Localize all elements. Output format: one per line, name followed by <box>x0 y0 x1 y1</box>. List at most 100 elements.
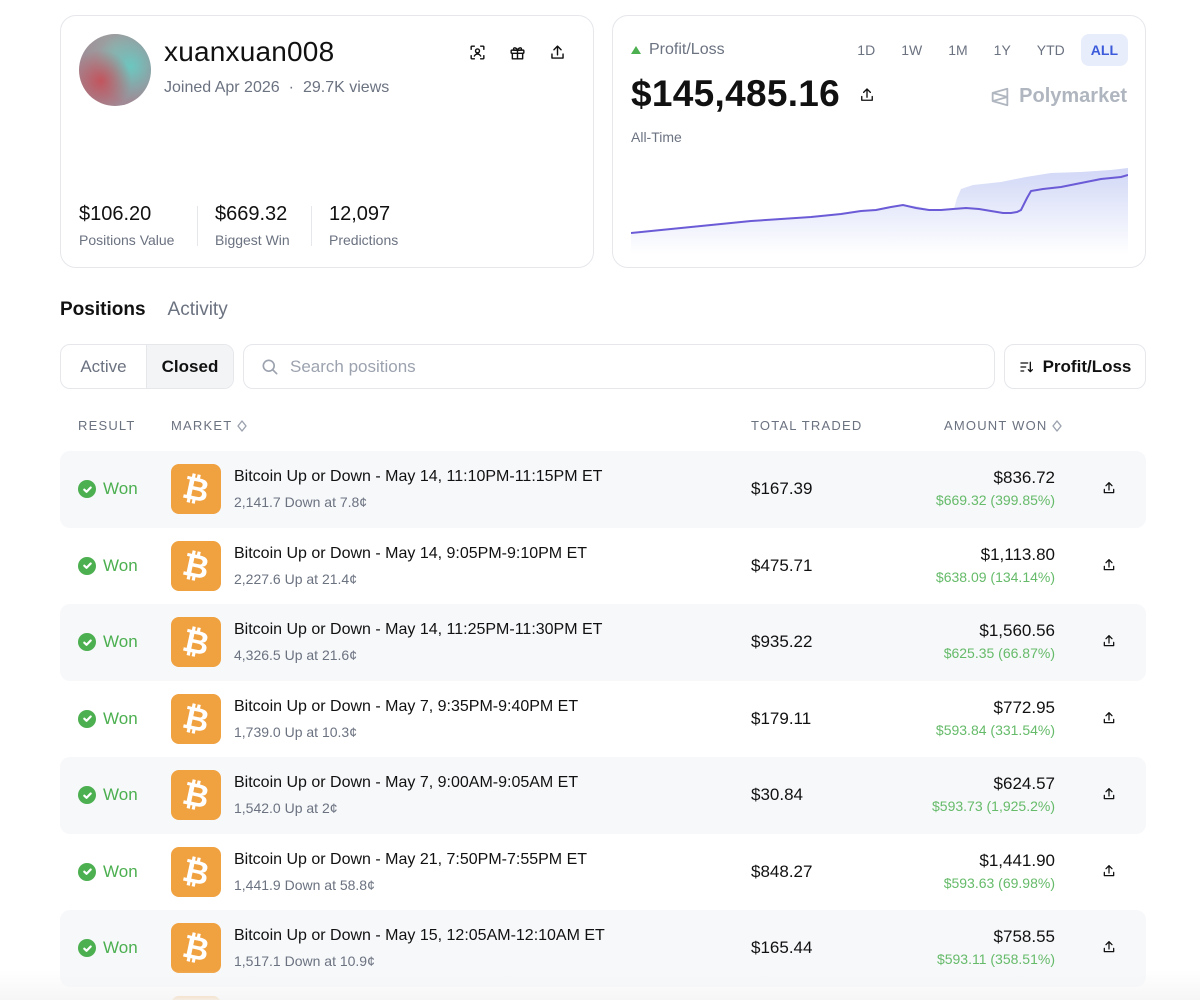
market-title[interactable]: Bitcoin Up or Down - May 21, 7:50PM-7:55… <box>234 851 587 869</box>
market-position: 2,227.6 Up at 21.4¢ <box>234 570 357 587</box>
share-icon[interactable] <box>1101 557 1119 575</box>
status-toggle: Active Closed <box>60 344 234 389</box>
search-icon <box>262 359 278 374</box>
amount-won-cell: $1,441.90 $593.63 (69.98%) <box>944 851 1055 891</box>
column-header-total-traded: TOTAL TRADED <box>751 418 862 433</box>
stat-label: Positions Value <box>79 232 175 248</box>
profit-gain: $669.32 (399.85%) <box>935 492 1055 508</box>
avatar[interactable] <box>79 34 151 106</box>
column-header-amount-won[interactable]: AMOUNT WON <box>944 418 1063 433</box>
total-traded: $165.44 <box>751 938 813 958</box>
result-label: Won <box>103 555 138 575</box>
positions-table: Won ₿ Bitcoin Up or Down - May 14, 11:10… <box>60 451 1146 987</box>
header-label: MARKET <box>171 418 233 433</box>
market-cell: Bitcoin Up or Down - May 14, 11:10PM-11:… <box>234 468 602 510</box>
amount-won-cell: $1,113.80 $638.09 (134.14%) <box>936 545 1055 585</box>
market-title[interactable]: Bitcoin Up or Down - May 7, 9:00AM-9:05A… <box>234 774 578 792</box>
amount-won: $758.55 <box>993 927 1055 946</box>
result-label: Won <box>103 938 138 958</box>
bitcoin-icon: ₿ <box>171 464 221 514</box>
sort-toggle-icon <box>1052 419 1063 432</box>
bitcoin-icon <box>171 996 221 1000</box>
amount-won: $624.57 <box>993 774 1055 793</box>
share-icon[interactable] <box>1101 710 1119 728</box>
total-traded: $848.27 <box>751 861 813 881</box>
tab-activity[interactable]: Activity <box>168 299 228 321</box>
divider <box>311 206 312 246</box>
result-badge: Won <box>78 709 138 729</box>
range-tab-1m[interactable]: 1M <box>938 34 977 66</box>
market-position: 1,441.9 Down at 58.8¢ <box>234 876 375 893</box>
market-cell: Bitcoin Up or Down - May 14, 11:25PM-11:… <box>234 621 602 663</box>
meta-separator: · <box>288 79 294 96</box>
table-row[interactable]: Won ₿ Bitcoin Up or Down - May 7, 9:35PM… <box>60 681 1146 758</box>
profile-meta: Joined Apr 2026 · 29.7K views <box>164 79 389 97</box>
check-circle-icon <box>78 786 96 805</box>
market-title[interactable]: Bitcoin Up or Down - May 14, 11:10PM-11:… <box>234 468 602 486</box>
gift-icon[interactable] <box>505 40 529 64</box>
profit-gain: $593.11 (358.51%) <box>936 951 1055 967</box>
sort-button[interactable]: Profit/Loss <box>1004 344 1146 389</box>
table-row[interactable]: Won ₿ Bitcoin Up or Down - May 14, 11:25… <box>60 604 1146 681</box>
column-header-result: RESULT <box>78 418 136 433</box>
range-tab-1w[interactable]: 1W <box>891 34 932 66</box>
bitcoin-icon: ₿ <box>171 540 221 591</box>
column-header-market[interactable]: MARKET <box>171 418 248 433</box>
range-tab-ytd[interactable]: YTD <box>1027 34 1075 66</box>
scan-icon[interactable] <box>465 40 489 64</box>
amount-won: $836.72 <box>993 468 1055 487</box>
bitcoin-icon: ₿ <box>171 693 221 744</box>
table-row[interactable]: Won ₿ Bitcoin Up or Down - May 14, 9:05P… <box>60 528 1146 605</box>
amount-won-cell: $1,560.56 $625.35 (66.87%) <box>944 621 1055 661</box>
range-tab-all[interactable]: ALL <box>1080 34 1128 66</box>
share-icon[interactable] <box>1101 939 1119 957</box>
sort-icon <box>1019 361 1033 372</box>
share-icon[interactable] <box>1101 480 1119 498</box>
result-badge: Won <box>78 785 138 805</box>
market-title[interactable]: Bitcoin Up or Down - May 7, 9:35PM-9:40P… <box>234 698 578 716</box>
market-title[interactable]: Bitcoin Up or Down - May 14, 9:05PM-9:10… <box>234 545 587 563</box>
stat-label: Biggest Win <box>215 232 290 248</box>
tab-positions[interactable]: Positions <box>60 299 146 321</box>
table-row[interactable]: Won ₿ Bitcoin Up or Down - May 15, 12:05… <box>60 910 1146 987</box>
share-icon[interactable] <box>545 40 569 64</box>
check-circle-icon <box>78 480 96 499</box>
stat-predictions: 12,097 Predictions <box>329 203 398 248</box>
market-title[interactable]: Bitcoin Up or Down - May 14, 11:25PM-11:… <box>234 621 602 639</box>
pnl-area <box>631 168 1128 254</box>
range-tab-1y[interactable]: 1Y <box>984 34 1021 66</box>
amount-won-cell: $772.95 $593.84 (331.54%) <box>936 698 1055 738</box>
share-icon[interactable] <box>1101 786 1119 804</box>
table-row[interactable]: Won ₿ Bitcoin Up or Down - May 21, 7:50P… <box>60 834 1146 911</box>
main-tabs: Positions Activity <box>60 299 228 321</box>
range-tab-1d[interactable]: 1D <box>847 34 885 66</box>
share-icon[interactable] <box>1101 633 1119 651</box>
filter-active-button[interactable]: Active <box>61 345 146 388</box>
total-traded: $30.84 <box>751 785 803 805</box>
amount-won-cell: $624.57 $593.73 (1,925.2%) <box>932 774 1055 814</box>
result-label: Won <box>103 632 138 652</box>
joined-date: Joined Apr 2026 <box>164 79 280 96</box>
market-position: 1,542.0 Up at 2¢ <box>234 800 338 816</box>
table-row[interactable]: Won ₿ Bitcoin Up or Down - May 14, 11:10… <box>60 451 1146 528</box>
search-input[interactable] <box>290 356 970 377</box>
check-circle-icon <box>78 633 96 652</box>
view-count: 29.7K views <box>302 79 390 96</box>
table-row[interactable]: Won ₿ Bitcoin Up or Down - May 7, 9:00AM… <box>60 757 1146 834</box>
result-badge: Won <box>78 556 138 576</box>
stat-value: $669.32 <box>215 203 288 225</box>
market-title[interactable]: Bitcoin Up or Down - May 15, 12:05AM-12:… <box>234 927 605 945</box>
filter-closed-button[interactable]: Closed <box>146 345 233 388</box>
share-icon[interactable] <box>858 86 876 109</box>
market-cell: Bitcoin Up or Down - May 14, 9:05PM-9:10… <box>234 545 587 587</box>
bitcoin-icon: ₿ <box>171 846 221 897</box>
profit-gain: $638.09 (134.14%) <box>935 568 1055 585</box>
profit-gain: $625.35 (66.87%) <box>943 645 1055 661</box>
pnl-label: Profit/Loss <box>649 41 725 58</box>
bitcoin-icon: ₿ <box>171 617 221 667</box>
pnl-value: $145,485.16 <box>631 73 841 114</box>
stat-label: Predictions <box>329 232 399 248</box>
share-icon[interactable] <box>1101 863 1119 881</box>
stat-biggest-win: $669.32 Biggest Win <box>215 203 290 248</box>
profit-gain: $593.84 (331.54%) <box>935 721 1055 738</box>
